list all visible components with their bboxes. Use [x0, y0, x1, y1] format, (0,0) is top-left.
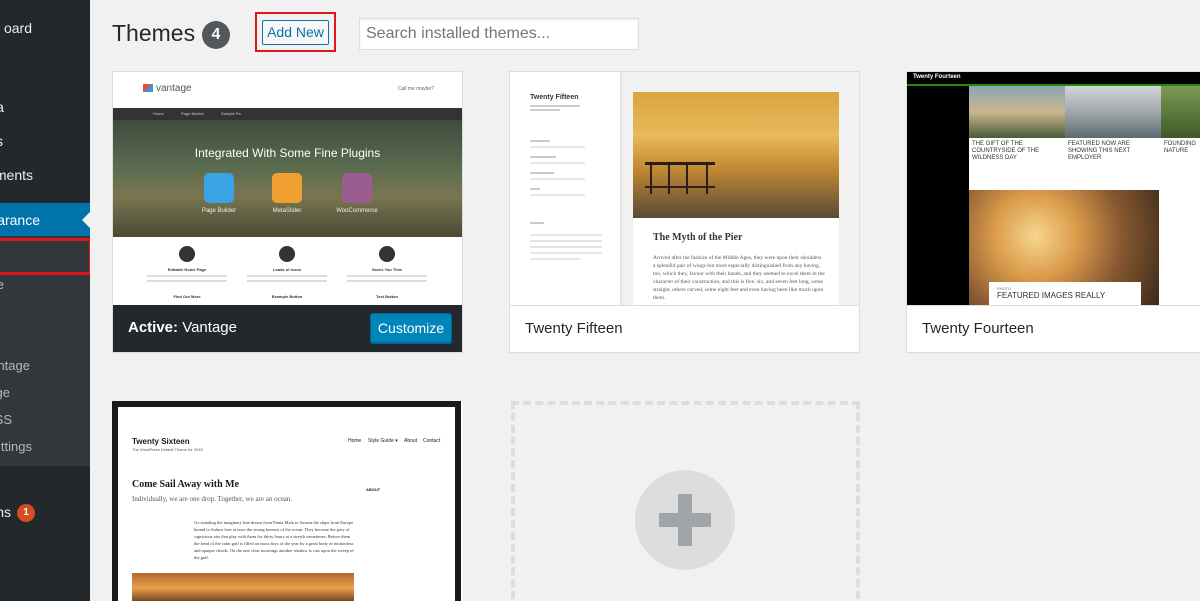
- sidebar-item-appearance[interactable]: arance: [0, 203, 90, 237]
- theme-card-twenty-fourteen[interactable]: Twenty Fourteen THE GIFT OF THE COUNTRYS…: [906, 71, 1200, 353]
- theme-name: Twenty Fifteen: [525, 320, 623, 337]
- sidebar-subitem-page[interactable]: ge: [0, 378, 90, 408]
- preview-featured-image: [633, 92, 839, 218]
- theme-screenshot[interactable]: vantage Call me maybe? Home Page Builder…: [113, 72, 462, 305]
- theme-screenshot[interactable]: Twenty Fifteen The Myth of the Pier Arri…: [510, 72, 859, 305]
- vantage-logo: vantage: [143, 83, 192, 94]
- vantage-logo-icon: [143, 84, 153, 93]
- theme-card-vantage[interactable]: vantage Call me maybe? Home Page Builder…: [112, 71, 463, 353]
- add-circle: [635, 470, 735, 570]
- theme-name: Twenty Fourteen: [922, 320, 1034, 337]
- add-new-highlight-box: Add New: [255, 12, 336, 52]
- theme-count-badge: 4: [202, 21, 230, 49]
- add-new-theme-card[interactable]: [511, 401, 860, 601]
- preview-nav: Home Page Builder Sample Pa: [113, 108, 462, 120]
- customize-button[interactable]: Customize: [370, 313, 452, 343]
- sidebar-subitem-customize[interactable]: e: [0, 270, 90, 300]
- add-new-button[interactable]: Add New: [262, 20, 329, 45]
- theme-card-twenty-fifteen[interactable]: Twenty Fifteen The Myth of the Pier Arri…: [509, 71, 860, 353]
- theme-card-footer: Twenty Fifteen: [510, 305, 859, 352]
- clock-icon: [379, 246, 395, 262]
- current-menu-arrow: [82, 212, 90, 228]
- search-themes-input[interactable]: [359, 18, 639, 50]
- sidebar-item-plugins[interactable]: ns 1: [0, 497, 90, 527]
- sidebar-item-pages[interactable]: s: [0, 126, 90, 156]
- page-title: Themes: [112, 20, 196, 46]
- theme-card-footer: Twenty Fourteen: [907, 305, 1200, 352]
- admin-sidebar: oard a s ments arance e ntage ge SS ttin…: [0, 0, 90, 601]
- theme-card-footer: Active: Vantage Customize: [113, 305, 462, 352]
- sidebar-subitem-vantage[interactable]: ntage: [0, 351, 90, 381]
- preview-sidebar: [907, 86, 969, 305]
- sidebar-subitem-settings[interactable]: ttings: [0, 432, 90, 462]
- update-count-badge: 1: [17, 504, 35, 523]
- page-builder-icon: [204, 173, 234, 203]
- theme-screenshot[interactable]: Twenty Fourteen THE GIFT OF THE COUNTRYS…: [907, 72, 1200, 305]
- sidebar-subitem-css[interactable]: SS: [0, 405, 90, 435]
- theme-screenshot[interactable]: Twenty Sixteen The WordPress Default The…: [112, 401, 461, 601]
- theme-card-twenty-sixteen[interactable]: Twenty Sixteen The WordPress Default The…: [112, 401, 463, 601]
- sidebar-item-media[interactable]: a: [0, 92, 90, 122]
- sidebar-item-comments[interactable]: ments: [0, 160, 90, 190]
- icons-icon: [279, 246, 295, 262]
- metaslider-icon: [272, 173, 302, 203]
- theme-name: Active: Vantage: [128, 319, 237, 336]
- edit-icon: [179, 246, 195, 262]
- woocommerce-icon: [342, 173, 372, 203]
- preview-featured-image: [132, 573, 354, 601]
- sidebar-item-dashboard[interactable]: oard: [0, 13, 90, 43]
